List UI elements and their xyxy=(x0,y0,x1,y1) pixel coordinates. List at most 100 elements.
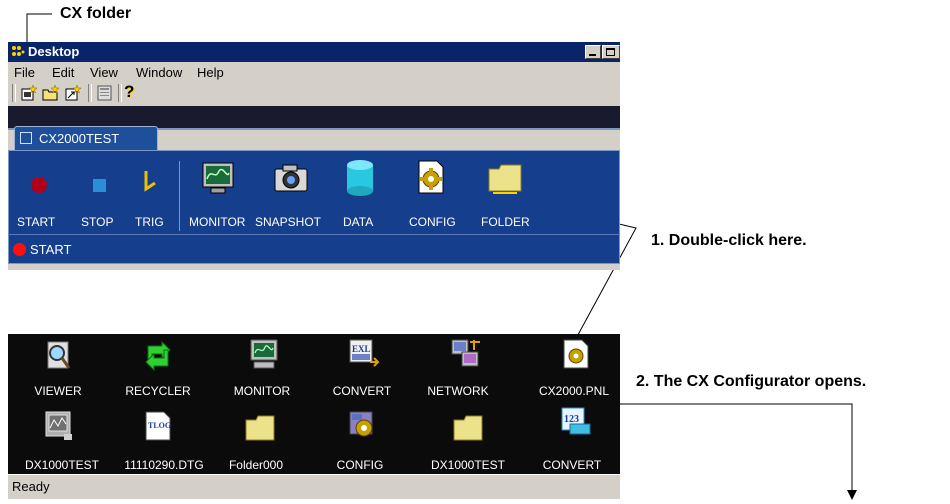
dtg-file-label: 11110290.DTG xyxy=(124,458,204,472)
monitor-icon xyxy=(250,339,278,369)
monitor-label: MONITOR xyxy=(233,384,291,398)
dx-device-icon xyxy=(45,411,72,440)
folder-icon xyxy=(245,415,275,441)
help-icon[interactable]: ? xyxy=(124,82,142,102)
desktop-item-viewer[interactable]: VIEWER xyxy=(8,334,108,400)
menu-edit[interactable]: Edit xyxy=(52,65,74,80)
status-text: Ready xyxy=(12,479,50,494)
viewer-icon xyxy=(47,341,71,369)
dx1000test-label: DX1000TEST xyxy=(24,458,100,472)
callout-step2: 2. The CX Configurator opens. xyxy=(636,373,867,390)
monitor-label: MONITOR xyxy=(189,215,246,229)
new-device-icon[interactable] xyxy=(20,84,38,102)
convert-label: CONVERT xyxy=(332,384,392,398)
camera-icon xyxy=(274,164,308,192)
tab-cx2000test[interactable]: CX2000TEST xyxy=(14,126,158,150)
callout-cx-folder: CX folder xyxy=(60,5,132,22)
desktop-item-convert[interactable]: EXL CONVERT xyxy=(308,334,408,400)
desktop-item-folder000[interactable]: Folder000 xyxy=(208,404,308,472)
maximize-button[interactable] xyxy=(602,45,620,59)
monitor-icon xyxy=(202,162,234,194)
folder000-label: Folder000 xyxy=(228,458,284,472)
desktop-item-network[interactable]: NETWORK xyxy=(408,334,508,400)
network-icon xyxy=(451,339,480,367)
new-folder-icon[interactable] xyxy=(42,84,60,102)
desktop-item-convert-123[interactable]: 123 CONVERT xyxy=(518,404,620,472)
trig-button[interactable]: TRIG xyxy=(127,151,171,235)
svg-text:123: 123 xyxy=(564,414,579,425)
callout-step1: 1. Double-click here. xyxy=(651,232,807,249)
viewer-label: VIEWER xyxy=(34,384,82,398)
data-label: DATA xyxy=(343,215,374,229)
svg-text:EXL: EXL xyxy=(352,344,371,354)
top-status-bar: START xyxy=(8,234,620,264)
desktop-item-dx1000test-folder[interactable]: DX1000TEST xyxy=(408,404,508,472)
desktop-item-cx2000-pnl[interactable]: CX2000.PNL xyxy=(518,334,620,400)
start-record-icon xyxy=(31,177,47,193)
recycler-label: RECYCLER xyxy=(125,384,191,398)
data-button[interactable]: DATA xyxy=(335,151,385,235)
convert-123-label: CONVERT xyxy=(542,458,602,472)
start-label: START xyxy=(17,215,56,229)
config-button[interactable]: CONFIG xyxy=(399,151,456,235)
desktop-icon-area: VIEWER RECYCLER MONITOR EXL CONVERT NETW… xyxy=(8,334,620,474)
desktop-item-config[interactable]: CONFIG xyxy=(308,404,408,472)
window-title: Desktop xyxy=(28,44,80,59)
cx-folder-icon xyxy=(20,132,32,144)
monitor-button[interactable]: MONITOR xyxy=(185,151,251,235)
desktop-item-monitor[interactable]: MONITOR xyxy=(208,334,308,400)
folder-icon xyxy=(453,415,483,441)
stop-icon xyxy=(93,179,106,192)
folder-label: FOLDER xyxy=(481,215,530,229)
svg-text:TLOG: TLOG xyxy=(148,421,171,430)
toolbar-separator xyxy=(88,84,92,102)
desktop-item-recycler[interactable]: RECYCLER xyxy=(108,334,208,400)
title-bar[interactable]: Desktop xyxy=(8,42,620,62)
menu-view[interactable]: View xyxy=(90,65,118,80)
bottom-status-bar: Ready xyxy=(8,474,620,499)
snapshot-label: SNAPSHOT xyxy=(255,215,322,229)
folder-button[interactable]: FOLDER xyxy=(469,151,533,235)
convert-123-icon: 123 xyxy=(561,407,591,435)
toolbar: ? xyxy=(8,82,620,104)
start-button[interactable]: START xyxy=(9,151,65,235)
menu-file[interactable]: File xyxy=(14,65,35,80)
menu-window[interactable]: Window xyxy=(136,65,182,80)
config-gear-icon xyxy=(418,160,444,194)
config-gear-file-icon xyxy=(563,339,589,369)
desktop-item-dtg-file[interactable]: TLOG 11110290.DTG xyxy=(108,404,208,472)
toolbar-grip xyxy=(12,84,16,102)
config-icon xyxy=(349,411,373,437)
tool-panel: START STOP TRIG MONITOR SNAPSHOT DATA CO… xyxy=(8,150,620,236)
cx2000-pnl-label: CX2000.PNL xyxy=(538,384,610,398)
convert-excel-icon: EXL xyxy=(349,339,380,367)
config-label: CONFIG xyxy=(409,215,456,229)
stop-button[interactable]: STOP xyxy=(75,151,119,235)
desktop-item-dx1000test[interactable]: DX1000TEST xyxy=(8,404,108,472)
snapshot-button[interactable]: SNAPSHOT xyxy=(253,151,329,235)
new-shortcut-icon[interactable] xyxy=(64,84,82,102)
properties-icon[interactable] xyxy=(96,84,114,102)
tlog-file-icon: TLOG xyxy=(145,411,171,441)
panel-separator xyxy=(179,161,180,231)
minimize-button[interactable] xyxy=(585,45,601,59)
maximize-icon xyxy=(606,48,615,56)
app-icon xyxy=(11,45,25,59)
data-cylinder-icon xyxy=(347,160,373,196)
menu-help[interactable]: Help xyxy=(197,65,224,80)
trigger-icon xyxy=(144,171,156,192)
config-label: CONFIG xyxy=(336,458,384,472)
tab-label: CX2000TEST xyxy=(39,131,120,146)
tab-strip xyxy=(8,106,620,128)
record-status-label: START xyxy=(30,242,72,257)
menu-bar: File Edit View Window Help xyxy=(8,62,620,82)
stop-label: STOP xyxy=(81,215,114,229)
folder-icon xyxy=(488,164,522,194)
dx1000test-folder-label: DX1000TEST xyxy=(430,458,506,472)
trig-label: TRIG xyxy=(135,215,164,229)
record-status-icon xyxy=(13,243,26,256)
minimize-icon xyxy=(589,54,596,56)
recycler-icon xyxy=(145,340,171,372)
toolbar-separator xyxy=(118,84,122,102)
network-label: NETWORK xyxy=(427,384,489,398)
